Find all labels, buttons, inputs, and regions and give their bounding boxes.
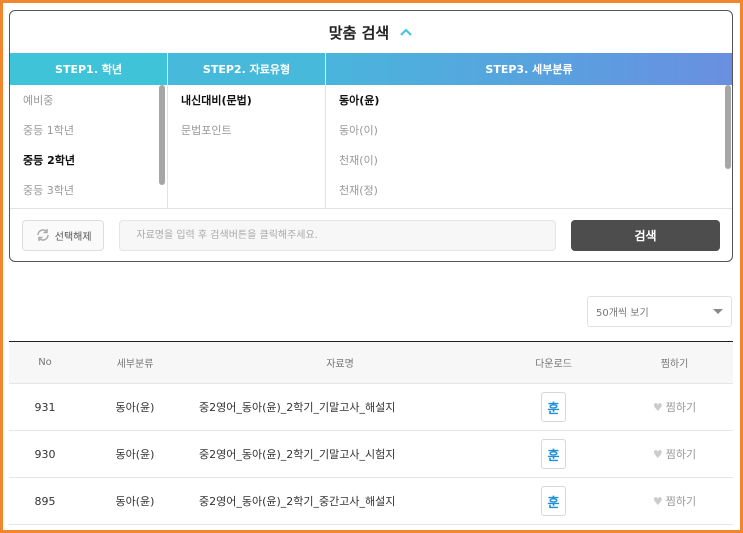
- search-controls: 선택해제 검색: [10, 209, 732, 261]
- favorite-label: 찜하기: [665, 401, 697, 414]
- grade-option-selected[interactable]: 중등 2학년: [10, 145, 167, 175]
- search-button[interactable]: 검색: [571, 219, 720, 251]
- refresh-icon: [37, 229, 49, 241]
- row-name[interactable]: 중2영어_동아(윤)_2학기_기말고사_해설지: [189, 399, 491, 415]
- row-name[interactable]: 중2영어_동아(윤)_2학기_기말고사_시험지: [189, 446, 491, 462]
- table-row: 930 동아(윤) 중2영어_동아(윤)_2학기_기말고사_시험지 훈 ♥ 찜하…: [9, 431, 733, 478]
- panel-title: 맞춤 검색: [328, 23, 390, 42]
- type-list: 내신대비(문법) 문법포인트: [168, 85, 326, 208]
- row-download: 훈: [491, 486, 616, 516]
- reset-label: 선택해제: [54, 231, 92, 243]
- row-category: 동아(윤): [115, 448, 155, 461]
- step-headers: STEP1. 학년 STEP2. 자료유형 STEP3. 세부분류: [10, 53, 732, 85]
- heart-icon: ♥: [652, 494, 663, 508]
- hwp-file-icon[interactable]: 훈: [541, 486, 566, 516]
- favorite-button[interactable]: ♥ 찜하기: [616, 399, 733, 415]
- heart-icon: ♥: [652, 400, 663, 414]
- row-no: 931: [34, 400, 56, 414]
- step3-header: STEP3. 세부분류: [326, 53, 732, 85]
- grade-list: 예비중 중등 1학년 중등 2학년 중등 3학년: [10, 85, 168, 208]
- heart-icon: ♥: [652, 447, 663, 461]
- header-name: 자료명: [326, 359, 354, 370]
- favorite-label: 찜하기: [665, 448, 697, 461]
- favorite-button[interactable]: ♥ 찜하기: [616, 446, 733, 462]
- subcategory-list: 동아(윤) 동아(이) 천재(이) 천재(정): [326, 85, 732, 208]
- header-favorite: 찜하기: [660, 359, 689, 370]
- grade-option[interactable]: 중등 1학년: [10, 115, 167, 145]
- step2-header: STEP2. 자료유형: [168, 53, 326, 85]
- type-option-selected[interactable]: 내신대비(문법): [168, 85, 325, 115]
- subcategory-option-selected[interactable]: 동아(윤): [326, 85, 732, 115]
- option-columns: 예비중 중등 1학년 중등 2학년 중등 3학년 내신대비(문법) 문법포인트 …: [10, 85, 732, 209]
- row-no: 930: [34, 447, 56, 461]
- row-category: 동아(윤): [115, 495, 155, 508]
- table-row: 931 동아(윤) 중2영어_동아(윤)_2학기_기말고사_해설지 훈 ♥ 찜하…: [9, 384, 733, 431]
- caret-down-icon: [713, 309, 723, 314]
- search-input[interactable]: [119, 219, 557, 251]
- subcategory-option[interactable]: 천재(정): [326, 175, 732, 205]
- subcategory-option[interactable]: 동아(이): [326, 115, 732, 145]
- subcategory-option[interactable]: 천재(이): [326, 145, 732, 175]
- per-page-select[interactable]: 50개씩 보기: [587, 296, 732, 327]
- hwp-file-icon[interactable]: 훈: [541, 392, 566, 422]
- per-page-value: 50개씩 보기: [596, 308, 649, 319]
- reset-button[interactable]: 선택해제: [22, 219, 105, 251]
- grade-scrollbar[interactable]: [159, 85, 165, 185]
- header-download: 다운로드: [535, 359, 572, 370]
- type-option[interactable]: 문법포인트: [168, 115, 325, 145]
- header-no: No: [38, 357, 52, 368]
- chevron-up-icon[interactable]: [399, 25, 413, 39]
- header-category: 세부분류: [116, 359, 154, 370]
- custom-search-panel: 맞춤 검색 STEP1. 학년 STEP2. 자료유형 STEP3. 세부분류 …: [9, 10, 733, 262]
- row-download: 훈: [491, 392, 616, 422]
- results-table: No 세부분류 자료명 다운로드 찜하기 931 동아(윤) 중2영어_동아(윤…: [9, 341, 733, 525]
- row-category: 동아(윤): [115, 401, 155, 414]
- grade-option[interactable]: 중등 3학년: [10, 175, 167, 205]
- panel-header[interactable]: 맞춤 검색: [10, 11, 732, 53]
- grade-option[interactable]: 예비중: [10, 85, 167, 115]
- subcategory-scrollbar[interactable]: [725, 85, 731, 169]
- step1-header: STEP1. 학년: [10, 53, 168, 85]
- table-row: 895 동아(윤) 중2영어_동아(윤)_2학기_중간고사_해설지 훈 ♥ 찜하…: [9, 478, 733, 525]
- row-download: 훈: [491, 439, 616, 469]
- row-name[interactable]: 중2영어_동아(윤)_2학기_중간고사_해설지: [189, 493, 491, 509]
- favorite-label: 찜하기: [665, 495, 697, 508]
- favorite-button[interactable]: ♥ 찜하기: [616, 493, 733, 509]
- hwp-file-icon[interactable]: 훈: [541, 439, 566, 469]
- row-no: 895: [34, 494, 56, 508]
- table-header: No 세부분류 자료명 다운로드 찜하기: [9, 342, 733, 384]
